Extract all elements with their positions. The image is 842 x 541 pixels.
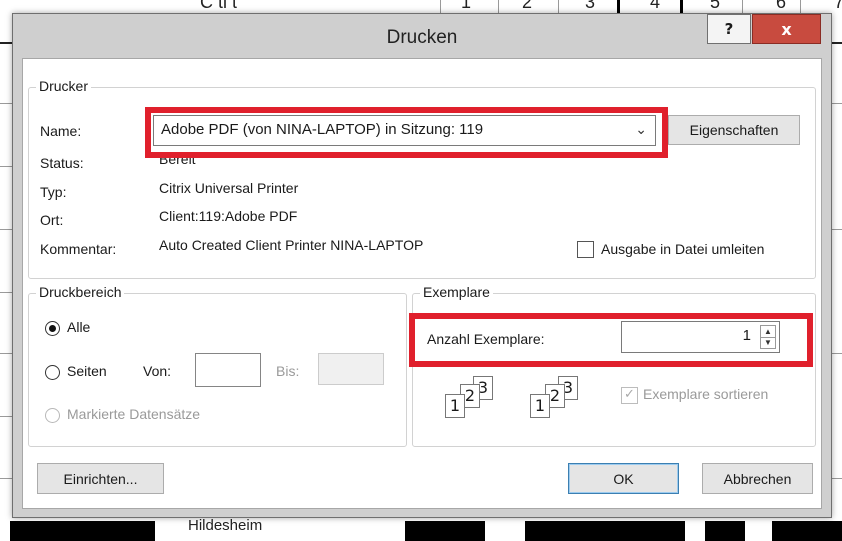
copies-group-label: Exemplare [420,284,493,300]
location-label: Ort: [40,212,64,228]
background-col-7: 7 [834,0,842,12]
print-range-group-label: Druckbereich [36,284,125,300]
background-col-3: 3 [585,0,596,12]
range-all-label[interactable]: Alle [67,319,90,335]
copies-count-label: Anzahl Exemplare: [427,331,545,347]
printer-group-label: Drucker [36,78,92,94]
background-col-2: 2 [522,0,533,12]
background-col-4: 4 [650,0,661,12]
background-header-text: C ti t [200,0,238,12]
type-value: Citrix Universal Printer [159,180,299,196]
collate-label[interactable]: Exemplare sortieren [643,386,768,402]
range-from-label: Von: [143,363,172,379]
range-pages-label[interactable]: Seiten [67,363,107,379]
print-to-file-checkbox[interactable] [577,241,594,258]
location-value: Client:119:Adobe PDF [159,208,298,224]
range-to-input[interactable] [318,353,384,385]
range-selection-radio[interactable] [45,408,60,423]
chevron-down-icon: ⌄ [635,121,647,137]
background-city-cell: Hildesheim [188,517,263,534]
background-col-1: 1 [461,0,472,12]
properties-button[interactable]: Eigenschaften [668,115,800,145]
help-button[interactable]: ? [707,14,751,44]
copies-count-value: 1 [742,327,751,344]
range-to-label: Bis: [276,363,300,379]
range-all-radio[interactable] [45,321,60,336]
print-to-file-label[interactable]: Ausgabe in Datei umleiten [601,241,764,257]
cancel-button[interactable]: Abbrechen [702,463,813,494]
background-col-5: 5 [710,0,721,12]
dialog-client-area: Drucker Name: Adobe PDF (von NINA-LAPTOP… [22,58,822,509]
copies-group: Exemplare [412,284,816,447]
range-from-input[interactable] [195,353,261,387]
range-selection-label[interactable]: Markierte Datensätze [67,406,200,422]
printer-name-label: Name: [40,123,82,139]
status-label: Status: [40,155,84,171]
title-bar[interactable]: Drucken ? x [13,14,831,58]
range-pages-radio[interactable] [45,365,60,380]
collate-pages-icon-2: 3 2 1 [528,372,598,422]
type-label: Typ: [40,184,67,200]
spinner-buttons: ▲ ▼ [760,325,776,349]
setup-button[interactable]: Einrichten... [37,463,164,494]
background-col-6: 6 [776,0,787,12]
printer-name-combobox[interactable]: Adobe PDF (von NINA-LAPTOP) in Sitzung: … [153,115,656,146]
collate-pages-icon: 3 2 1 [443,372,513,422]
close-icon: x [781,19,792,39]
print-dialog: Drucken ? x Drucker Name: Adobe PDF (von… [12,13,832,518]
spin-down-icon[interactable]: ▼ [761,337,775,348]
comment-value: Auto Created Client Printer NINA-LAPTOP [159,237,424,253]
ok-button[interactable]: OK [568,463,679,494]
close-button[interactable]: x [752,14,821,44]
copies-count-spinner[interactable]: 1 ▲ ▼ [621,321,780,353]
checkmark-icon: ✓ [624,386,635,401]
comment-label: Kommentar: [40,241,117,257]
collate-checkbox[interactable]: ✓ [621,386,638,404]
printer-name-value: Adobe PDF (von NINA-LAPTOP) in Sitzung: … [161,121,484,138]
